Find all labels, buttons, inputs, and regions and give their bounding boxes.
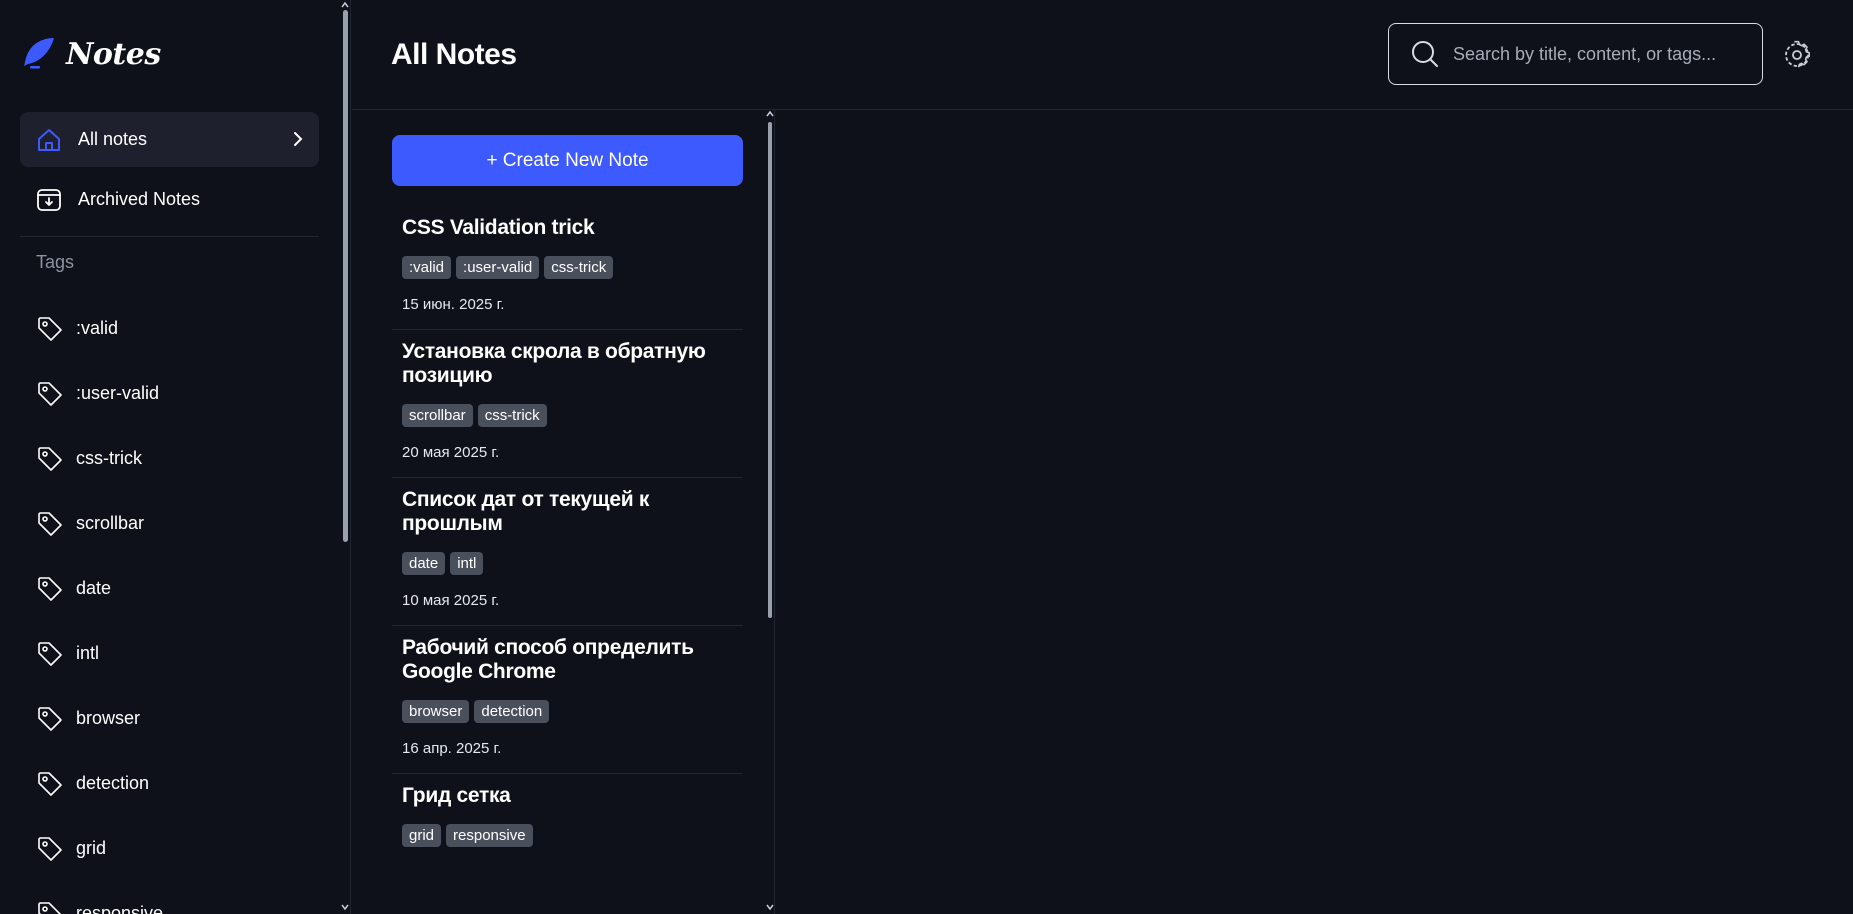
note-date: 10 мая 2025 г. xyxy=(402,592,500,609)
nav-label: All notes xyxy=(78,129,148,149)
sidebar-tag-date[interactable]: date xyxy=(36,556,163,621)
tag-label: detection xyxy=(76,773,150,793)
note-title: CSS Validation trick xyxy=(402,216,595,239)
sidebar-tag-intl[interactable]: intl xyxy=(36,621,163,686)
note-tag-chip: :valid xyxy=(402,256,452,279)
tag-icon xyxy=(38,901,62,914)
sidebar-tag-valid[interactable]: :valid xyxy=(36,296,163,361)
note-card[interactable]: Список дат от текущей к прошлым date int… xyxy=(392,478,743,626)
tag-label: grid xyxy=(76,838,107,858)
gear-icon[interactable] xyxy=(1782,40,1812,70)
notes-app: Notes All notes Archived Notes Tags:val… xyxy=(0,0,1853,914)
note-tags: :valid :user-valid css-trick xyxy=(402,256,733,279)
search-icon xyxy=(1412,41,1438,67)
sidebar-tag-grid[interactable]: grid xyxy=(36,816,163,881)
note-list: CSS Validation trick :valid :user-valid … xyxy=(392,206,743,847)
notes-list-panel: + Create New Note CSS Validation trick :… xyxy=(352,110,775,914)
tag-label: :valid xyxy=(76,318,119,338)
sidebar-tag-responsive[interactable]: responsive xyxy=(36,881,163,914)
note-tags: scrollbar css-trick xyxy=(402,404,733,427)
create-note-button[interactable]: + Create New Note xyxy=(392,135,743,186)
note-tag-chip: detection xyxy=(474,700,550,723)
tag-icon xyxy=(38,511,62,536)
notes-scrollbar-thumb[interactable] xyxy=(768,122,772,618)
scroll-down-arrow-icon[interactable] xyxy=(340,903,350,911)
tag-label: intl xyxy=(76,643,100,663)
main-nav: All notes Archived Notes xyxy=(20,112,319,232)
sidebar-tag-browser[interactable]: browser xyxy=(36,686,163,751)
sidebar-tag-detection[interactable]: detection xyxy=(36,751,163,816)
note-date: 16 апр. 2025 г. xyxy=(402,740,502,757)
sidebar-divider xyxy=(20,236,319,237)
nav-all-notes[interactable]: All notes xyxy=(20,112,319,167)
tag-icon xyxy=(38,641,62,666)
page-title: All Notes xyxy=(391,38,517,71)
tag-label: scrollbar xyxy=(76,513,145,533)
scroll-up-arrow-icon[interactable] xyxy=(340,1,350,9)
note-title: Рабочий способ определить Google Chrome xyxy=(402,636,694,683)
note-tag-chip: :user-valid xyxy=(456,256,540,279)
feather-icon xyxy=(24,38,54,69)
search-input[interactable] xyxy=(1453,43,1743,65)
tag-icon xyxy=(38,771,62,796)
note-tag-chip: browser xyxy=(402,700,470,723)
sidebar-scrollbar-thumb[interactable] xyxy=(343,10,348,542)
note-card[interactable]: Рабочий способ определить Google Chrome … xyxy=(392,626,743,774)
tag-label: date xyxy=(76,578,112,598)
tag-label: css-trick xyxy=(76,448,142,468)
note-tags: browser detection xyxy=(402,700,733,723)
note-card[interactable]: Установка скрола в обратную позицию scro… xyxy=(392,330,743,478)
search-box[interactable] xyxy=(1388,23,1763,85)
note-tag-chip: scrollbar xyxy=(402,404,473,427)
tag-label: browser xyxy=(76,708,141,728)
tag-label: :user-valid xyxy=(76,383,160,403)
tag-icon xyxy=(38,706,62,731)
note-content-area xyxy=(776,110,1853,914)
note-tag-chip: date xyxy=(402,552,446,575)
note-title: Грид сетка xyxy=(402,784,511,807)
scroll-down-arrow-icon[interactable] xyxy=(765,903,775,911)
scroll-up-arrow-icon[interactable] xyxy=(765,110,775,118)
note-title: Установка скрола в обратную позицию xyxy=(402,340,706,387)
note-tags: grid responsive xyxy=(402,824,733,847)
sidebar-tag-scrollbar[interactable]: scrollbar xyxy=(36,491,163,556)
nav-label: Archived Notes xyxy=(78,189,201,209)
note-title: Список дат от текущей к прошлым xyxy=(402,488,650,535)
sidebar-tag-css-trick[interactable]: css-trick xyxy=(36,426,163,491)
sidebar: Notes All notes Archived Notes Tags:val… xyxy=(0,0,351,914)
tags-heading: Tags xyxy=(36,252,75,272)
note-date: 15 июн. 2025 г. xyxy=(402,296,505,313)
sidebar-tag-user-valid[interactable]: :user-valid xyxy=(36,361,163,426)
note-tag-chip: responsive xyxy=(446,824,533,847)
home-icon xyxy=(36,127,62,153)
tag-label: responsive xyxy=(76,903,164,914)
tag-icon xyxy=(38,836,62,861)
note-date: 20 мая 2025 г. xyxy=(402,444,500,461)
note-tag-chip: intl xyxy=(450,552,484,575)
tag-icon xyxy=(38,576,62,601)
note-tag-chip: grid xyxy=(402,824,442,847)
tag-list: :valid :user-valid css-trick scrollbar d… xyxy=(36,296,163,914)
tag-icon xyxy=(38,446,62,471)
note-card[interactable]: CSS Validation trick :valid :user-valid … xyxy=(392,206,743,330)
logo: Notes xyxy=(20,34,161,74)
note-tag-chip: css-trick xyxy=(544,256,614,279)
note-card[interactable]: Грид сетка grid responsive xyxy=(392,774,743,847)
nav-archived-notes[interactable]: Archived Notes xyxy=(20,172,319,227)
logo-text: Notes xyxy=(66,36,161,72)
archive-icon xyxy=(36,187,62,213)
note-tags: date intl xyxy=(402,552,733,575)
note-tag-chip: css-trick xyxy=(477,404,547,427)
chevron-right-icon xyxy=(294,132,303,146)
tag-icon xyxy=(38,316,62,341)
tag-icon xyxy=(38,381,62,406)
